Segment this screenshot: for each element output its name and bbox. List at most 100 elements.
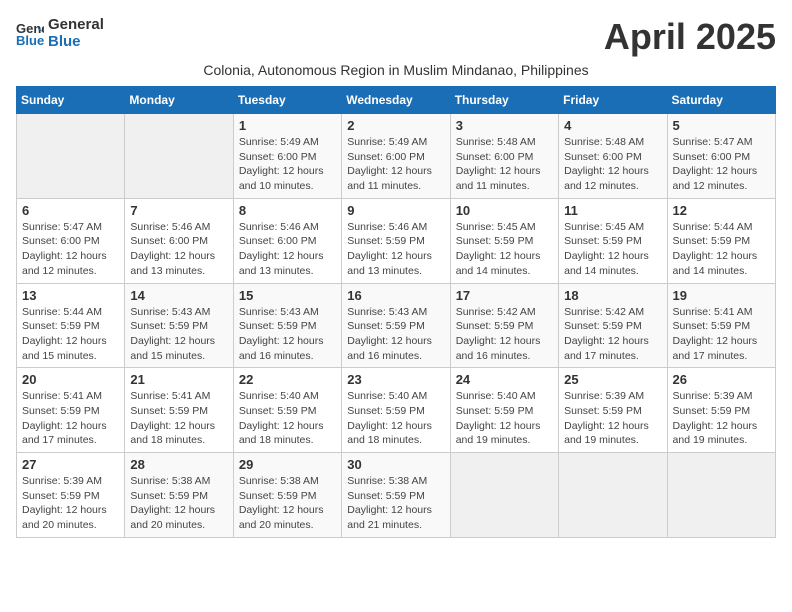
day-number: 5 <box>673 118 770 133</box>
weekday-header-row: SundayMondayTuesdayWednesdayThursdayFrid… <box>17 87 776 114</box>
calendar-week-1: 1 Sunrise: 5:49 AM Sunset: 6:00 PM Daylig… <box>17 114 776 199</box>
day-number: 24 <box>456 372 553 387</box>
weekday-header-sunday: Sunday <box>17 87 125 114</box>
cell-info: Sunrise: 5:47 AM Sunset: 6:00 PM Dayligh… <box>22 220 119 279</box>
calendar-cell: 29 Sunrise: 5:38 AM Sunset: 5:59 PM Dayli… <box>233 453 341 538</box>
cell-info: Sunrise: 5:43 AM Sunset: 5:59 PM Dayligh… <box>347 305 444 364</box>
cell-info: Sunrise: 5:38 AM Sunset: 5:59 PM Dayligh… <box>130 474 227 533</box>
day-number: 25 <box>564 372 661 387</box>
calendar-cell <box>450 453 558 538</box>
cell-info: Sunrise: 5:38 AM Sunset: 5:59 PM Dayligh… <box>347 474 444 533</box>
cell-info: Sunrise: 5:41 AM Sunset: 5:59 PM Dayligh… <box>673 305 770 364</box>
day-number: 26 <box>673 372 770 387</box>
calendar-cell: 16 Sunrise: 5:43 AM Sunset: 5:59 PM Dayli… <box>342 283 450 368</box>
day-number: 20 <box>22 372 119 387</box>
calendar-cell: 21 Sunrise: 5:41 AM Sunset: 5:59 PM Dayli… <box>125 368 233 453</box>
day-number: 14 <box>130 288 227 303</box>
cell-info: Sunrise: 5:38 AM Sunset: 5:59 PM Dayligh… <box>239 474 336 533</box>
day-number: 19 <box>673 288 770 303</box>
day-number: 30 <box>347 457 444 472</box>
calendar-cell: 20 Sunrise: 5:41 AM Sunset: 5:59 PM Dayli… <box>17 368 125 453</box>
calendar-cell: 13 Sunrise: 5:44 AM Sunset: 5:59 PM Dayli… <box>17 283 125 368</box>
day-number: 4 <box>564 118 661 133</box>
calendar-cell: 19 Sunrise: 5:41 AM Sunset: 5:59 PM Dayli… <box>667 283 775 368</box>
cell-info: Sunrise: 5:41 AM Sunset: 5:59 PM Dayligh… <box>130 389 227 448</box>
subtitle: Colonia, Autonomous Region in Muslim Min… <box>16 62 776 78</box>
calendar-week-4: 20 Sunrise: 5:41 AM Sunset: 5:59 PM Dayli… <box>17 368 776 453</box>
day-number: 23 <box>347 372 444 387</box>
day-number: 21 <box>130 372 227 387</box>
cell-info: Sunrise: 5:42 AM Sunset: 5:59 PM Dayligh… <box>456 305 553 364</box>
calendar-cell: 22Sunrise: 5:40 AM Sunset: 5:59 PM Dayli… <box>233 368 341 453</box>
calendar-cell: 23Sunrise: 5:40 AM Sunset: 5:59 PM Dayli… <box>342 368 450 453</box>
calendar-cell: 12 Sunrise: 5:44 AM Sunset: 5:59 PM Dayli… <box>667 198 775 283</box>
cell-info: Sunrise: 5:44 AM Sunset: 5:59 PM Dayligh… <box>673 220 770 279</box>
calendar-cell: 1 Sunrise: 5:49 AM Sunset: 6:00 PM Daylig… <box>233 114 341 199</box>
weekday-header-wednesday: Wednesday <box>342 87 450 114</box>
calendar-cell: 8 Sunrise: 5:46 AM Sunset: 6:00 PM Daylig… <box>233 198 341 283</box>
calendar-week-5: 27 Sunrise: 5:39 AM Sunset: 5:59 PM Dayli… <box>17 453 776 538</box>
header: General Blue General Blue April 2025 <box>16 16 776 58</box>
calendar-cell: 25 Sunrise: 5:39 AM Sunset: 5:59 PM Dayli… <box>559 368 667 453</box>
logo-text: General Blue <box>48 16 104 50</box>
day-number: 8 <box>239 203 336 218</box>
cell-info: Sunrise: 5:47 AM Sunset: 6:00 PM Dayligh… <box>673 135 770 194</box>
calendar-cell: 6 Sunrise: 5:47 AM Sunset: 6:00 PM Daylig… <box>17 198 125 283</box>
day-number: 17 <box>456 288 553 303</box>
calendar-cell <box>667 453 775 538</box>
calendar-cell: 26 Sunrise: 5:39 AM Sunset: 5:59 PM Dayli… <box>667 368 775 453</box>
logo: General Blue General Blue <box>16 16 104 50</box>
day-number: 18 <box>564 288 661 303</box>
day-number: 9 <box>347 203 444 218</box>
calendar-cell: 24 Sunrise: 5:40 AM Sunset: 5:59 PM Dayli… <box>450 368 558 453</box>
calendar-cell: 5 Sunrise: 5:47 AM Sunset: 6:00 PM Daylig… <box>667 114 775 199</box>
calendar-cell <box>125 114 233 199</box>
calendar-cell: 3Sunrise: 5:48 AM Sunset: 6:00 PM Daylig… <box>450 114 558 199</box>
weekday-header-tuesday: Tuesday <box>233 87 341 114</box>
weekday-header-monday: Monday <box>125 87 233 114</box>
calendar-cell: 7Sunrise: 5:46 AM Sunset: 6:00 PM Daylig… <box>125 198 233 283</box>
calendar-week-2: 6 Sunrise: 5:47 AM Sunset: 6:00 PM Daylig… <box>17 198 776 283</box>
day-number: 10 <box>456 203 553 218</box>
calendar-cell <box>559 453 667 538</box>
svg-text:Blue: Blue <box>16 33 44 47</box>
cell-info: Sunrise: 5:40 AM Sunset: 5:59 PM Dayligh… <box>456 389 553 448</box>
day-number: 27 <box>22 457 119 472</box>
cell-info: Sunrise: 5:48 AM Sunset: 6:00 PM Dayligh… <box>564 135 661 194</box>
cell-info: Sunrise: 5:45 AM Sunset: 5:59 PM Dayligh… <box>564 220 661 279</box>
day-number: 16 <box>347 288 444 303</box>
day-number: 7 <box>130 203 227 218</box>
calendar-table: SundayMondayTuesdayWednesdayThursdayFrid… <box>16 86 776 538</box>
weekday-header-thursday: Thursday <box>450 87 558 114</box>
day-number: 2 <box>347 118 444 133</box>
calendar-cell: 17 Sunrise: 5:42 AM Sunset: 5:59 PM Dayli… <box>450 283 558 368</box>
cell-info: Sunrise: 5:46 AM Sunset: 6:00 PM Dayligh… <box>239 220 336 279</box>
calendar-cell: 18 Sunrise: 5:42 AM Sunset: 5:59 PM Dayli… <box>559 283 667 368</box>
calendar-cell: 27 Sunrise: 5:39 AM Sunset: 5:59 PM Dayli… <box>17 453 125 538</box>
day-number: 3 <box>456 118 553 133</box>
cell-info: Sunrise: 5:39 AM Sunset: 5:59 PM Dayligh… <box>564 389 661 448</box>
cell-info: Sunrise: 5:42 AM Sunset: 5:59 PM Dayligh… <box>564 305 661 364</box>
calendar-cell: 9 Sunrise: 5:46 AM Sunset: 5:59 PM Daylig… <box>342 198 450 283</box>
day-number: 1 <box>239 118 336 133</box>
day-number: 13 <box>22 288 119 303</box>
day-number: 6 <box>22 203 119 218</box>
calendar-week-3: 13 Sunrise: 5:44 AM Sunset: 5:59 PM Dayli… <box>17 283 776 368</box>
calendar-cell: 15Sunrise: 5:43 AM Sunset: 5:59 PM Dayli… <box>233 283 341 368</box>
cell-info: Sunrise: 5:49 AM Sunset: 6:00 PM Dayligh… <box>347 135 444 194</box>
calendar-cell: 4 Sunrise: 5:48 AM Sunset: 6:00 PM Daylig… <box>559 114 667 199</box>
cell-info: Sunrise: 5:46 AM Sunset: 5:59 PM Dayligh… <box>347 220 444 279</box>
day-number: 12 <box>673 203 770 218</box>
logo-icon: General Blue <box>16 19 44 47</box>
cell-info: Sunrise: 5:44 AM Sunset: 5:59 PM Dayligh… <box>22 305 119 364</box>
cell-info: Sunrise: 5:39 AM Sunset: 5:59 PM Dayligh… <box>673 389 770 448</box>
day-number: 22 <box>239 372 336 387</box>
cell-info: Sunrise: 5:49 AM Sunset: 6:00 PM Dayligh… <box>239 135 336 194</box>
calendar-cell: 10Sunrise: 5:45 AM Sunset: 5:59 PM Dayli… <box>450 198 558 283</box>
day-number: 15 <box>239 288 336 303</box>
cell-info: Sunrise: 5:39 AM Sunset: 5:59 PM Dayligh… <box>22 474 119 533</box>
cell-info: Sunrise: 5:41 AM Sunset: 5:59 PM Dayligh… <box>22 389 119 448</box>
weekday-header-friday: Friday <box>559 87 667 114</box>
calendar-cell: 2 Sunrise: 5:49 AM Sunset: 6:00 PM Daylig… <box>342 114 450 199</box>
day-number: 29 <box>239 457 336 472</box>
